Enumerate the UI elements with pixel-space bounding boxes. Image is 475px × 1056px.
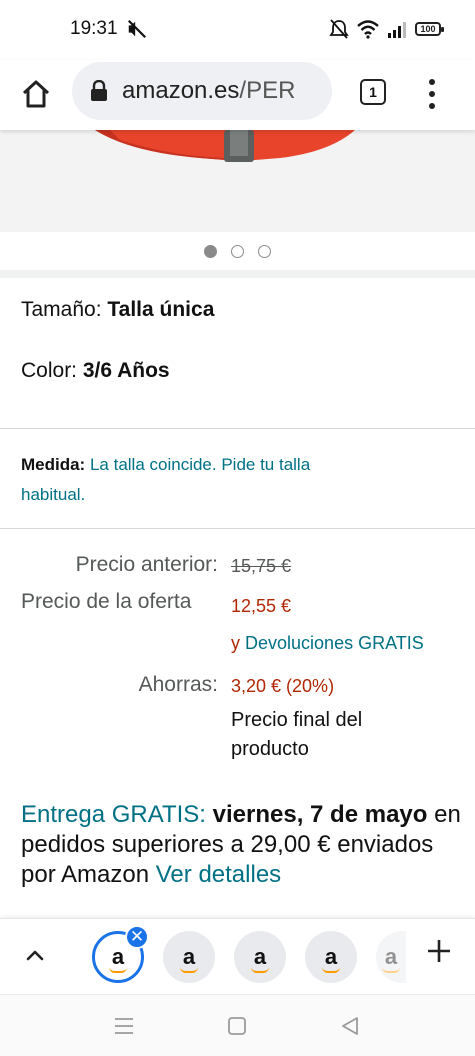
lock-icon (91, 80, 107, 101)
menu-lines-icon (115, 1018, 133, 1034)
free-delivery-label: Entrega GRATIS: (21, 801, 206, 828)
alarm-off-icon (329, 19, 349, 39)
amazon-logo-icon: a (250, 944, 269, 973)
divider (0, 528, 475, 529)
divider (0, 428, 475, 429)
carousel-dot[interactable] (204, 244, 217, 258)
wifi-icon (357, 20, 379, 39)
status-bar: 19:31 100 (0, 0, 475, 60)
address-bar[interactable]: amazon.es/PER (72, 62, 332, 120)
color-row: Color: 3/6 Años (21, 359, 170, 383)
size-fit-info: Medida: La talla coincide. Pide tu talla… (21, 450, 321, 510)
tab-letter: a (182, 944, 196, 969)
system-nav-bar (0, 994, 475, 1056)
free-returns: y Devoluciones GRATIS (231, 633, 424, 654)
home-button[interactable] (18, 76, 54, 112)
home-icon (22, 80, 50, 108)
previous-price-value: 15,75 € (231, 556, 292, 576)
previous-price: 15,75 € (231, 556, 291, 577)
mute-icon (127, 19, 147, 39)
recents-button[interactable] (111, 1013, 137, 1039)
tab-thumbnail[interactable]: a (234, 931, 286, 983)
tab-letter: a (384, 944, 398, 969)
size-value: Talla única (107, 298, 215, 321)
more-menu-button[interactable] (420, 76, 444, 112)
section-divider (0, 270, 475, 278)
home-nav-button[interactable] (224, 1013, 250, 1039)
tab-thumbnail[interactable]: a (305, 931, 357, 983)
carousel-dot[interactable] (231, 244, 244, 258)
savings-label: Ahorras: (138, 673, 218, 696)
square-icon (228, 1017, 246, 1035)
size-row: Tamaño: Talla única (21, 298, 214, 322)
carousel-dot[interactable] (258, 244, 271, 258)
new-tab-plus-icon[interactable] (424, 936, 454, 966)
amazon-logo-icon: a (108, 944, 127, 973)
back-triangle-icon (342, 1017, 358, 1035)
tab-letter: a (253, 944, 267, 969)
offer-price-label: Precio de la oferta (21, 590, 192, 613)
delivery-info: Entrega GRATIS: viernes, 7 de mayo en pe… (21, 800, 461, 890)
tab-switcher-button[interactable]: 1 (360, 79, 386, 105)
url-host: amazon.es (122, 77, 240, 104)
tab-letter: a (324, 944, 338, 969)
status-time: 19:31 (70, 18, 118, 39)
tab-thumbnail-partial[interactable]: a (376, 931, 406, 983)
tab-thumbnail[interactable]: a (163, 931, 215, 983)
image-carousel-dots (0, 232, 475, 270)
delivery-details-link[interactable]: Ver detalles (156, 861, 281, 888)
returns-prefix: y (231, 633, 240, 653)
delivery-date: viernes, 7 de mayo (212, 801, 428, 828)
tab-strip: a a a a a (0, 918, 475, 994)
color-label: Color: (21, 359, 83, 382)
battery-icon: 100 (415, 22, 444, 36)
back-button[interactable] (337, 1013, 363, 1039)
product-image[interactable] (0, 130, 475, 232)
menu-dot (429, 79, 435, 85)
amazon-logo-icon: a (179, 944, 198, 973)
url-text: amazon.es/PER (122, 77, 295, 105)
savings-value: 3,20 € (20%) (231, 676, 335, 696)
tab-letter: a (111, 944, 125, 969)
final-price-note: Precio final del producto (231, 709, 363, 760)
url-path: /PER (239, 77, 296, 104)
menu-dot (429, 103, 435, 109)
amazon-logo-icon: a (321, 944, 340, 973)
amazon-logo-icon: a (381, 944, 400, 973)
offer-price: 12,55 € (231, 596, 292, 616)
browser-toolbar: amazon.es/PER 1 (0, 60, 475, 130)
close-tab-icon[interactable]: ✕ (125, 925, 149, 949)
color-value: 3/6 Años (82, 359, 170, 382)
free-returns-link[interactable]: Devoluciones GRATIS (245, 633, 424, 653)
product-photo (95, 130, 355, 162)
menu-dot (429, 91, 435, 97)
status-icons: 100 (329, 18, 444, 40)
signal-icon (388, 22, 406, 38)
size-label: Tamaño: (21, 298, 108, 321)
previous-price-label: Precio anterior: (75, 553, 218, 576)
chevron-up-icon[interactable] (22, 943, 48, 969)
fit-label: Medida: (21, 455, 86, 474)
